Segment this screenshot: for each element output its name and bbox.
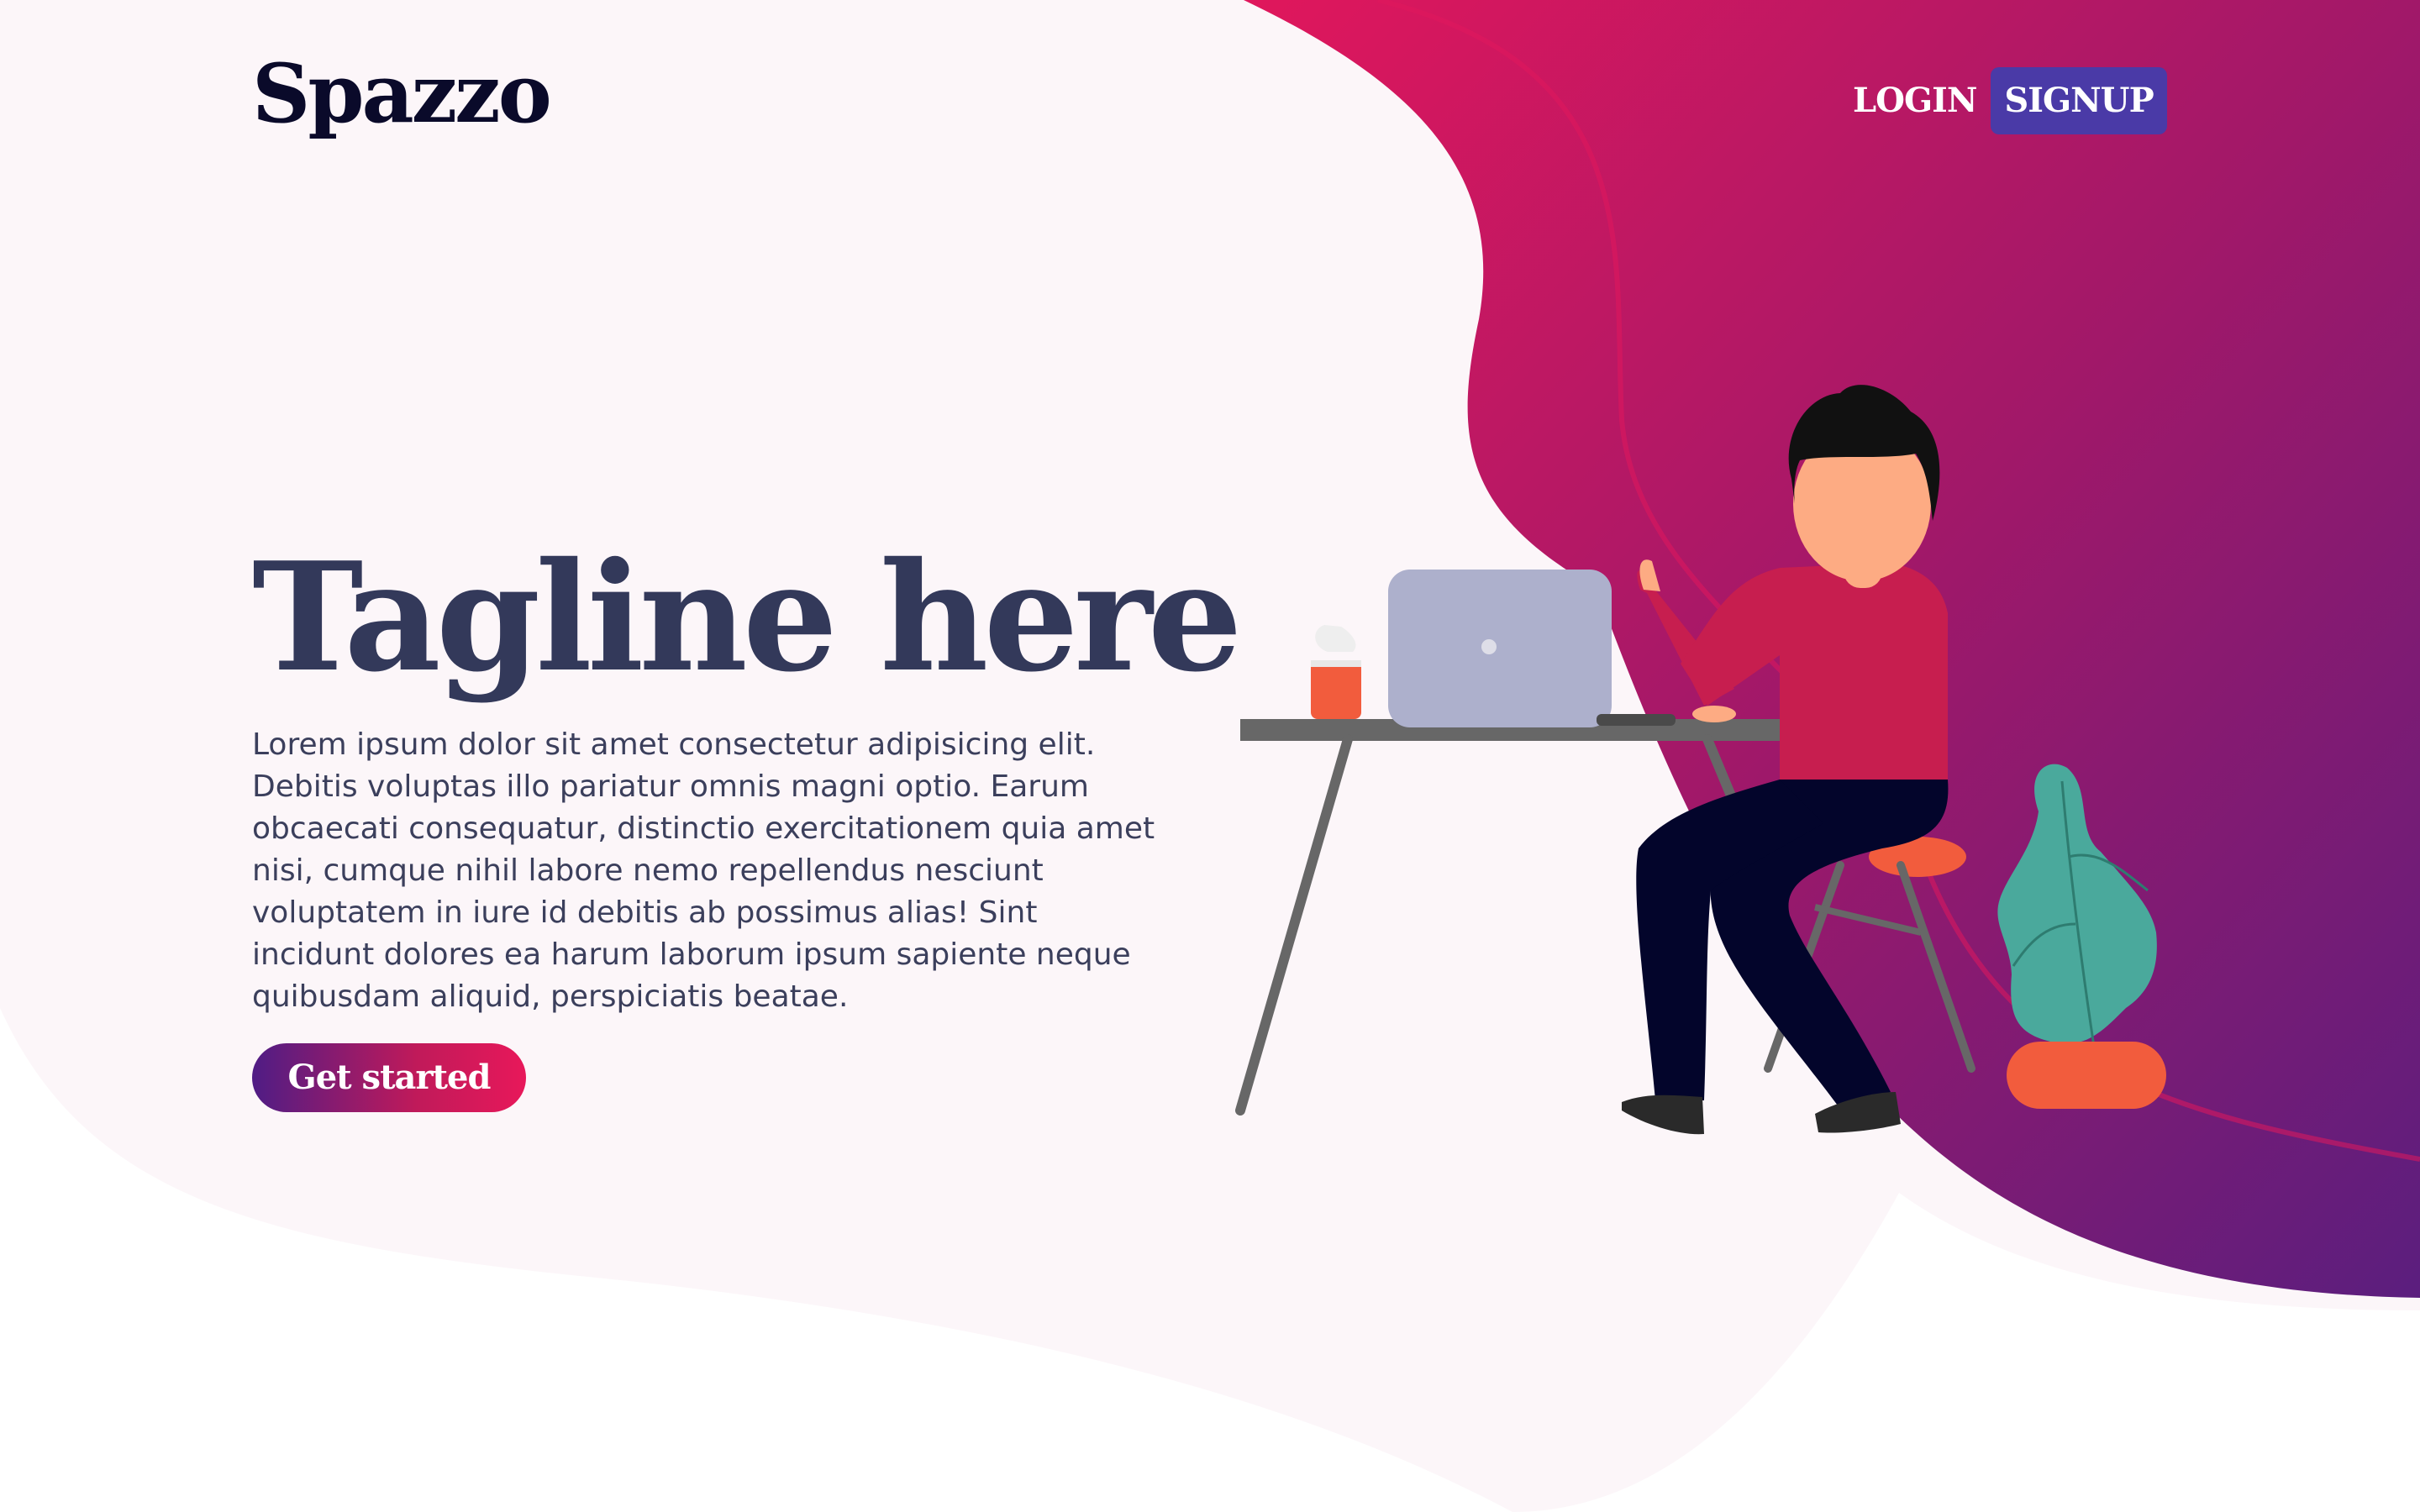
get-started-button[interactable]: Get started [252, 1043, 526, 1112]
navbar: Spazzo LOGIN SIGNUP [0, 0, 2420, 193]
hero-tagline: Tagline here [252, 529, 1243, 705]
coffee-cup [1311, 625, 1361, 719]
potted-plant [1997, 764, 2166, 1109]
person-at-desk-illustration [1235, 385, 2166, 1135]
hero-description: Lorem ipsum dolor sit amet consectetur a… [252, 727, 1155, 1014]
signup-button[interactable]: SIGNUP [1991, 67, 2167, 134]
laptop [1388, 570, 1676, 727]
person [1622, 385, 1949, 1135]
brand-logo[interactable]: Spazzo [252, 44, 552, 144]
login-link[interactable]: LOGIN [1853, 67, 1977, 134]
hero-section: Tagline here Lorem ipsum dolor sit amet … [252, 529, 1243, 1112]
